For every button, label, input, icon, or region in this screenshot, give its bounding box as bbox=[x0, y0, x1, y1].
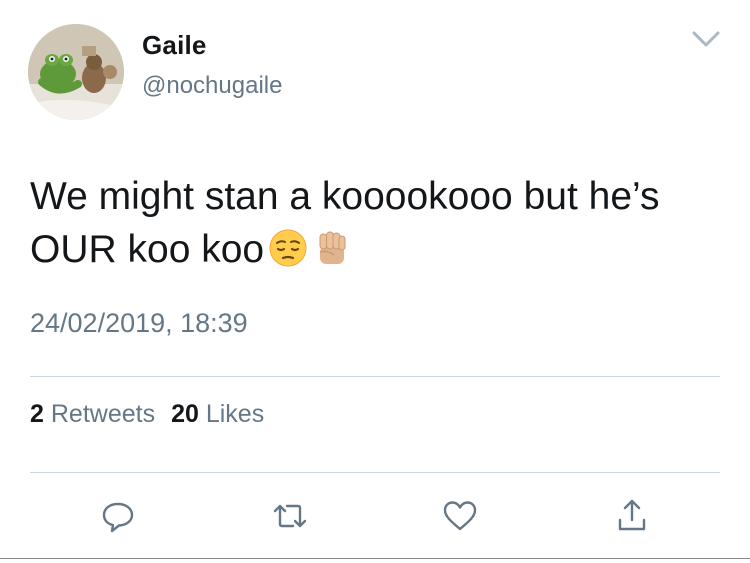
retweet-icon[interactable] bbox=[270, 496, 310, 536]
divider bbox=[30, 472, 720, 473]
reply-icon[interactable] bbox=[98, 496, 138, 536]
user-handle[interactable]: @nochugaile bbox=[142, 72, 282, 100]
avatar[interactable] bbox=[28, 24, 124, 120]
likes-count: 20 bbox=[171, 400, 199, 428]
divider bbox=[30, 376, 720, 377]
retweets-label: Retweets bbox=[50, 400, 156, 428]
tweet-detail-view: Gaile @nochugaile We might stan a kooook… bbox=[0, 0, 750, 563]
tweet-body: We might stan a kooookooo but he’s OUR k… bbox=[30, 170, 720, 282]
tweet-timestamp[interactable]: 24/02/2019, 18:39 bbox=[30, 308, 248, 339]
chevron-down-icon[interactable] bbox=[690, 28, 722, 50]
raised-fist-emoji bbox=[312, 228, 352, 282]
likes-stat[interactable]: 20 Likes bbox=[171, 400, 264, 428]
likes-label: Likes bbox=[205, 400, 265, 428]
heart-icon[interactable] bbox=[440, 496, 480, 536]
avatar-image bbox=[28, 24, 124, 120]
bottom-border bbox=[0, 558, 750, 559]
retweets-stat[interactable]: 2 Retweets bbox=[30, 400, 155, 428]
retweets-count: 2 bbox=[30, 400, 44, 428]
pensive-face-emoji bbox=[268, 228, 308, 282]
share-icon[interactable] bbox=[612, 496, 652, 536]
tweet-stats: 2 Retweets 20 Likes bbox=[30, 400, 264, 429]
display-name[interactable]: Gaile bbox=[142, 30, 207, 61]
action-bar bbox=[0, 496, 750, 536]
